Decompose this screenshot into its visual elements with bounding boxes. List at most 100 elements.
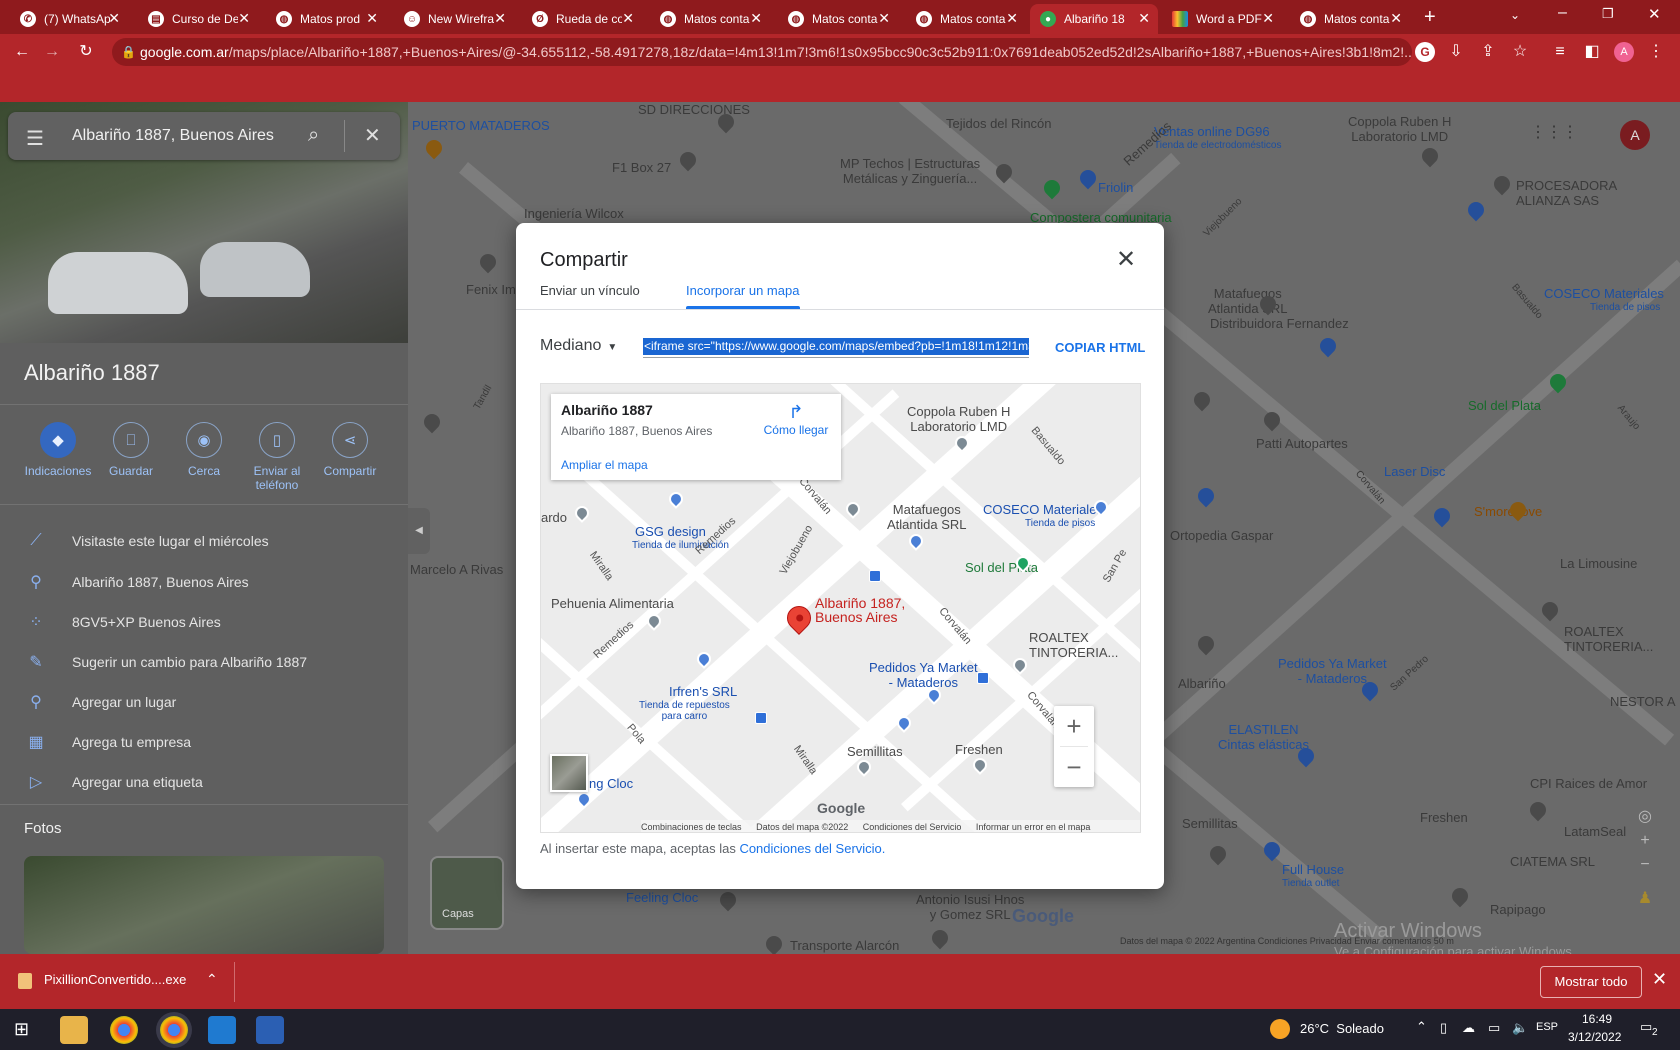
tab-wireframe[interactable]: ☺ New Wirefra ✕ [394,4,514,34]
tab-search-icon[interactable]: ⌄ [1510,8,1520,22]
tab-rueda[interactable]: Ø Rueda de co ✕ [522,4,642,34]
close-download-bar-icon[interactable]: ✕ [1652,969,1667,990]
search-box[interactable]: ☰ Albariño 1887, Buenos Aires ⌕ ✕ [8,112,400,160]
search-icon[interactable]: ⌕ [308,124,319,147]
info-row-add-business[interactable]: ▦ Agrega tu empresa [24,732,191,752]
map-label[interactable]: Albariño [1178,676,1226,691]
directions-link[interactable]: ↱ Cómo llegar [763,402,829,437]
map-label[interactable]: Laser Disc [1384,464,1445,479]
window-close-icon[interactable]: ✕ [1648,5,1661,23]
tab-matos-conta-1[interactable]: ◍ Matos conta ✕ [650,4,770,34]
reload-icon[interactable]: ↻ [76,42,96,62]
info-row-add-place[interactable]: ⚲ Agregar un lugar [24,692,176,712]
address-bar[interactable]: 🔒 google.com.ar/maps/place/Albariño+1887… [112,38,1412,66]
copy-html-button[interactable]: COPIAR HTML [1055,340,1145,355]
street-view-pegman-icon[interactable]: ♟ [1630,888,1660,908]
poi-label[interactable]: Irfren's SRL [669,684,737,699]
show-all-downloads-button[interactable]: Mostrar todo [1540,966,1642,998]
poi-label[interactable]: Matafuegos Atlantida SRL [887,502,967,532]
tab-course[interactable]: ▤ Curso de De ✕ [138,4,258,34]
save-button[interactable]: ⎕ Guardar [96,422,166,478]
info-row-address[interactable]: ⚲ Albariño 1887, Buenos Aires [24,572,249,592]
info-row-visited[interactable]: ⟋ Visitaste este lugar el miércoles [24,532,268,550]
share-page-icon[interactable]: ⇪ [1478,42,1498,62]
info-row-add-label[interactable]: ▷ Agregar una etiqueta [24,772,203,792]
map-label[interactable]: Freshen [1420,810,1468,825]
map-size-dropdown[interactable]: Mediano ▼ [540,337,617,355]
reading-list-icon[interactable]: ≡ [1550,42,1570,62]
close-tab-icon[interactable]: ✕ [750,11,762,25]
chrome-icon[interactable] [110,1016,138,1044]
map-label[interactable]: Ingeniería Wilcox [524,206,624,221]
close-tab-icon[interactable]: ✕ [1006,11,1018,25]
poi-label[interactable]: Pedidos Ya Market - Mataderos [869,660,978,690]
download-options-chevron-icon[interactable]: ⌃ [206,971,218,988]
search-input[interactable]: Albariño 1887, Buenos Aires [72,127,274,145]
zoom-out-icon[interactable]: − [1630,856,1660,874]
close-tab-icon[interactable]: ✕ [238,11,250,25]
bookmark-star-icon[interactable]: ☆ [1510,42,1530,62]
notifications-icon[interactable]: ▭ [1640,1019,1652,1035]
send-to-phone-button[interactable]: ▯ Enviar al teléfono [242,422,312,492]
selected-location-label[interactable]: Albariño 1887, Buenos Aires [815,596,905,624]
close-tab-icon[interactable]: ✕ [1138,11,1150,25]
my-location-icon[interactable]: ◎ [1630,806,1660,826]
map-label[interactable]: Ortopedia Gaspar [1170,528,1273,543]
map-label[interactable]: LatamSeal [1564,824,1626,839]
map-label[interactable]: CIATEMA SRL [1510,854,1595,869]
map-label[interactable]: Semillitas [1182,816,1238,831]
embed-map-preview[interactable]: Coppola Ruben H Laboratorio LMD Matafueg… [540,383,1141,833]
info-row-plus-code[interactable]: ⁘ 8GV5+XP Buenos Aires [24,612,221,632]
info-row-suggest-edit[interactable]: ✎ Sugerir un cambio para Albariño 1887 [24,652,307,672]
embed-code-field[interactable]: <iframe src="https://www.google.com/maps… [643,338,1029,355]
poi-label[interactable]: ardo [541,510,567,525]
profile-avatar-icon[interactable]: A [1614,42,1634,62]
tab-word-pdf[interactable]: Word a PDF ✕ [1162,4,1282,34]
report-error-link[interactable]: Informar un error en el mapa [976,822,1091,832]
apps-grid-icon[interactable]: ⋮⋮⋮ [1530,122,1578,142]
close-icon[interactable]: ✕ [364,123,381,148]
close-tab-icon[interactable]: ✕ [494,11,506,25]
layers-button[interactable]: Capas [430,856,504,930]
close-tab-icon[interactable]: ✕ [366,11,378,25]
word-icon[interactable] [256,1016,284,1044]
map-label[interactable]: ELASTILEN Cintas elásticas [1218,722,1309,752]
bus-stop-icon[interactable] [869,570,881,582]
close-tab-icon[interactable]: ✕ [622,11,634,25]
map-label[interactable]: Transporte Alarcón [790,938,899,953]
close-tab-icon[interactable]: ✕ [108,11,120,25]
windows-start-icon[interactable]: ⊞ [14,1019,29,1040]
map-label[interactable]: La Limousine [1560,556,1637,571]
poi-label[interactable]: COSECO Materiales [983,502,1103,517]
map-label[interactable]: Antonio Isusi Hnos y Gomez SRL [916,892,1024,922]
directions-button[interactable]: ◆ Indicaciones [23,422,93,478]
tab-matos-conta-2[interactable]: ◍ Matos conta ✕ [778,4,898,34]
poi-label[interactable]: ng Cloc [589,776,633,791]
poi-label[interactable]: Semillitas [847,744,903,759]
collapse-sidebar-button[interactable]: ◀ [408,508,430,554]
map-label[interactable]: COSECO Materiales [1544,286,1664,301]
close-tab-icon[interactable]: ✕ [878,11,890,25]
map-label[interactable]: PROCESADORA ALIANZA SAS [1516,178,1617,208]
zoom-in-button[interactable]: + [1054,706,1094,746]
tray-chevron-icon[interactable]: ⌃ [1416,1019,1427,1035]
volume-icon[interactable]: 🔈 [1512,1020,1528,1036]
tab-matos-conta-4[interactable]: ◍ Matos conta ✕ [1290,4,1410,34]
map-label[interactable]: Feeling Cloc [626,890,698,905]
map-label[interactable]: Coppola Ruben H Laboratorio LMD [1348,114,1451,144]
tray-app-icon[interactable]: ▯ [1440,1020,1447,1036]
map-label[interactable]: Distribuidora Fernandez [1210,316,1349,331]
map-label[interactable]: CPI Raices de Amor [1530,776,1647,791]
restore-icon[interactable]: ❐ [1602,6,1614,22]
bus-stop-icon[interactable] [977,672,989,684]
file-explorer-icon[interactable] [60,1016,88,1044]
tab-whatsapp[interactable]: ✆(7) WhatsApp✕ [10,4,128,34]
new-tab-button[interactable]: + [1424,6,1436,29]
map-label[interactable]: Full House [1282,862,1344,877]
satellite-toggle[interactable] [550,754,588,792]
vscode-icon[interactable] [208,1016,236,1044]
map-label[interactable]: Fenix Im [466,282,516,297]
close-tab-icon[interactable]: ✕ [1390,11,1402,25]
poi-label[interactable]: Pehuenia Alimentaria [551,596,674,611]
tab-matos-conta-3[interactable]: ◍ Matos conta ✕ [906,4,1026,34]
